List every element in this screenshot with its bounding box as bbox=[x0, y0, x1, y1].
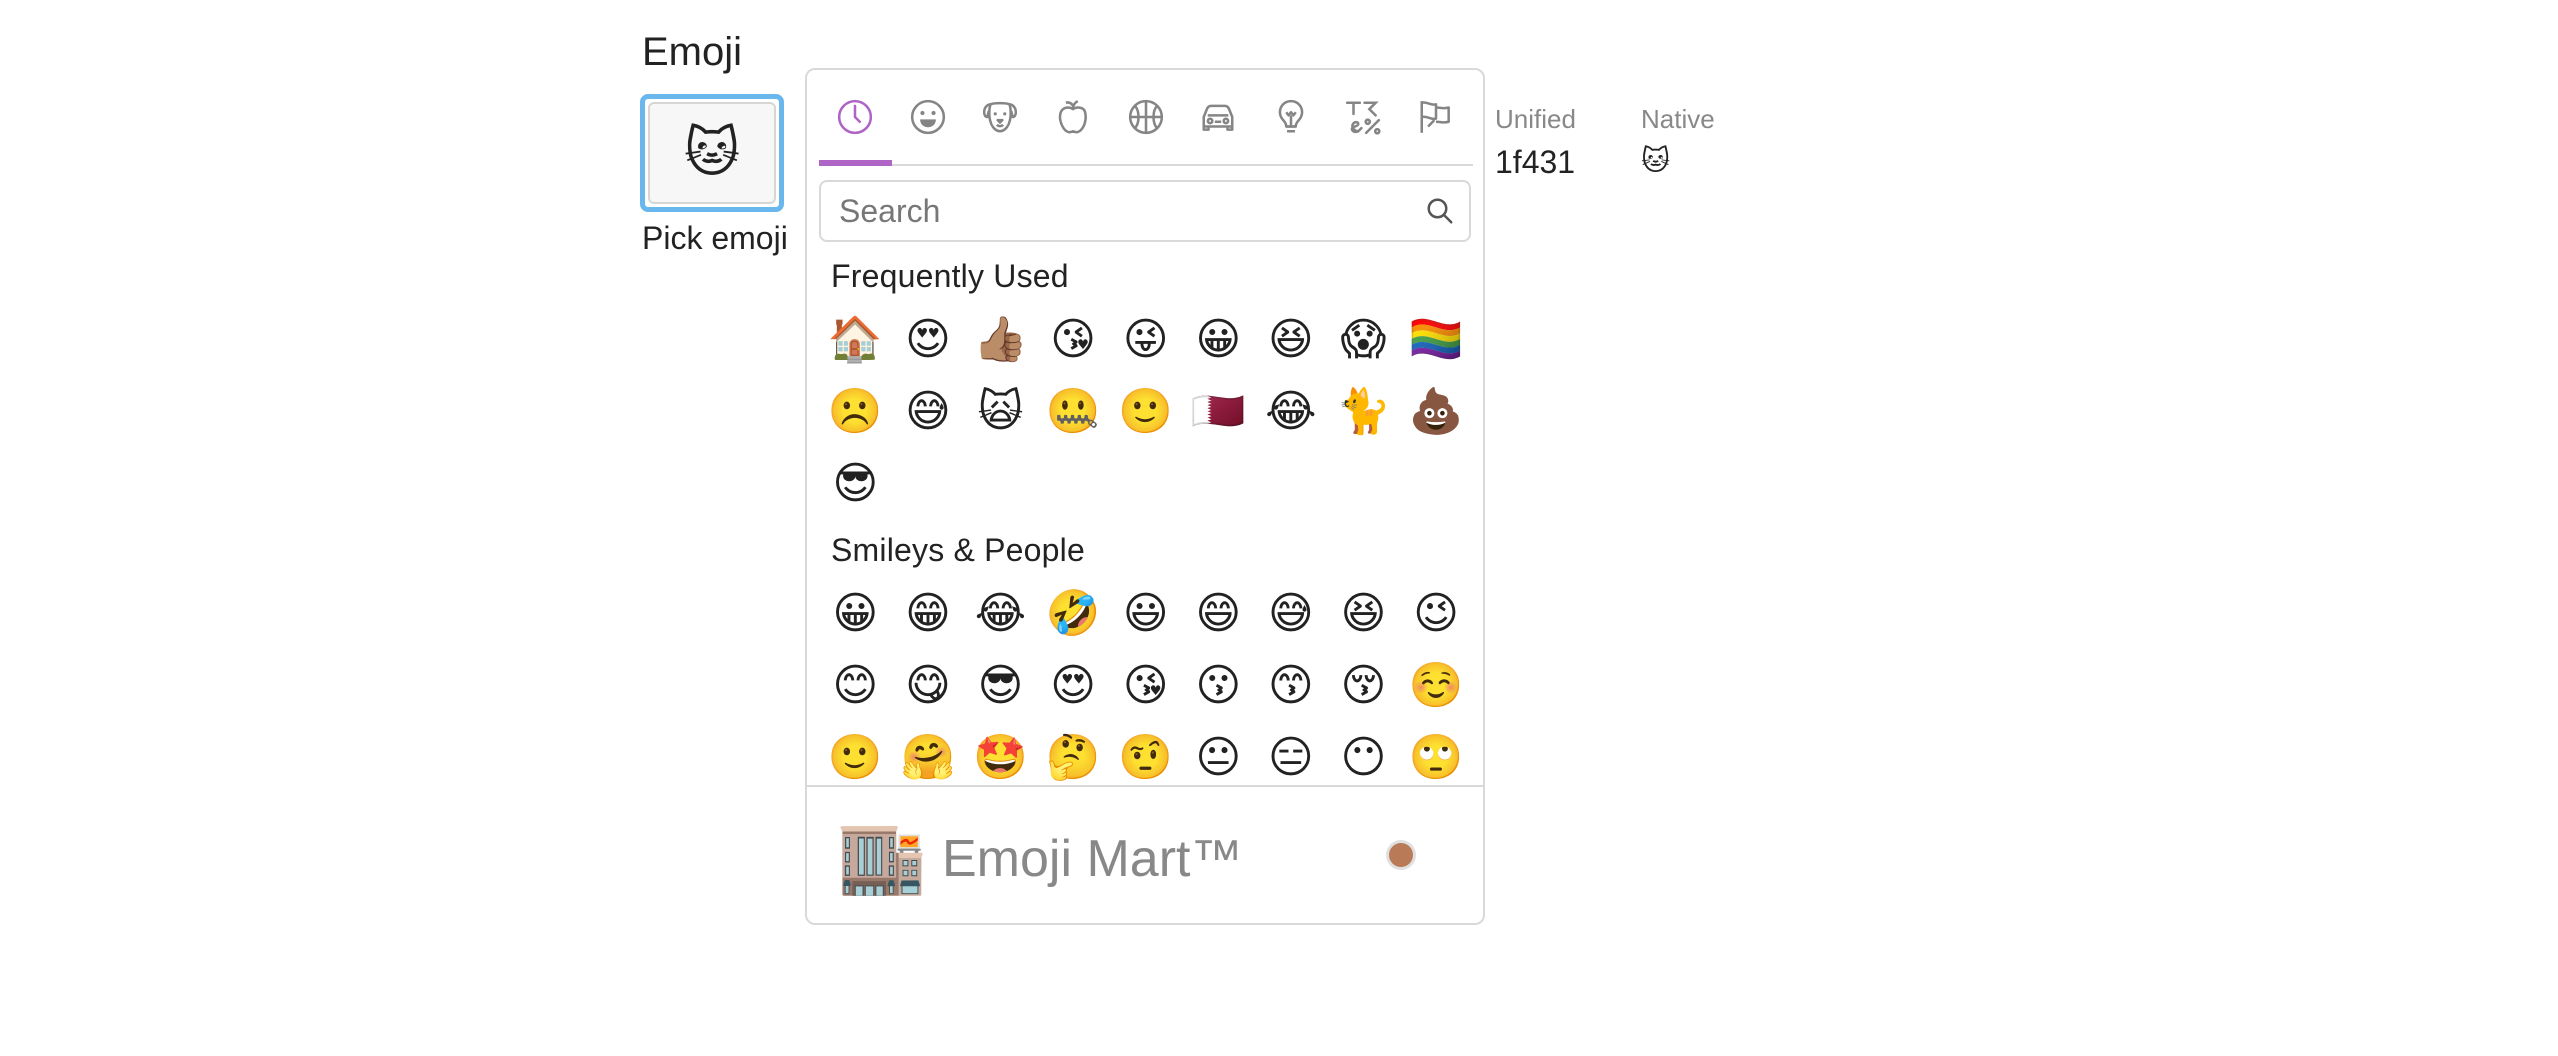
active-tab-indicator bbox=[819, 160, 892, 166]
emoji-cell[interactable]: 😂 bbox=[964, 578, 1037, 650]
emoji-cell[interactable]: 🏳️‍🌈 bbox=[1400, 304, 1473, 376]
page: Emoji 🐱 Pick emoji Search Frequently Use… bbox=[0, 0, 2558, 1056]
search-icon bbox=[1427, 198, 1453, 224]
emoji-cell[interactable]: 🏠 bbox=[819, 304, 892, 376]
emoji-cell[interactable]: 🙀 bbox=[964, 376, 1037, 448]
emoji-cell[interactable]: 😅 bbox=[1255, 578, 1328, 650]
tab-flags[interactable] bbox=[1400, 70, 1473, 164]
emoji-cell[interactable]: 🤩 bbox=[964, 722, 1037, 784]
emoji-cell[interactable]: 😃 bbox=[1109, 578, 1182, 650]
emoji-grid-frequently-used: 🏠 😍 👍🏽 😘 😜 😀 😆 😱 🏳️‍🌈 ☹️ 😅 🙀 🤐 🙂 🇶🇦 😂 🐈 💩 😎 bbox=[819, 304, 1473, 520]
lightbulb-icon bbox=[1278, 99, 1304, 133]
emoji-cell[interactable]: 😆 bbox=[1255, 304, 1328, 376]
field-title: Emoji bbox=[642, 30, 743, 74]
tab-frequently-used[interactable] bbox=[819, 70, 892, 166]
emoji-cell[interactable]: 😂 bbox=[1255, 376, 1328, 448]
skin-tone-selector[interactable] bbox=[1386, 840, 1416, 870]
emoji-cell[interactable]: 🤐 bbox=[1037, 376, 1110, 448]
tab-smileys-people[interactable] bbox=[892, 70, 965, 164]
emoji-cell[interactable]: 🤨 bbox=[1109, 722, 1182, 784]
pick-emoji-caption: Pick emoji bbox=[642, 220, 788, 256]
car-icon bbox=[1202, 104, 1234, 131]
emoji-cell[interactable]: 🇶🇦 bbox=[1182, 376, 1255, 448]
emoji-cell[interactable]: 😍 bbox=[1037, 650, 1110, 722]
category-bar bbox=[819, 70, 1473, 166]
emoji-cell[interactable]: 🤣 bbox=[1037, 578, 1110, 650]
native-value: 🐱 bbox=[1641, 145, 1671, 176]
search-input[interactable] bbox=[821, 182, 1417, 240]
emoji-cell[interactable]: 😊 bbox=[819, 650, 892, 722]
emoji-cell[interactable]: 😜 bbox=[1109, 304, 1182, 376]
emoji-cell[interactable]: 😉 bbox=[1400, 578, 1473, 650]
search-box bbox=[819, 180, 1471, 242]
emoji-cell[interactable]: 🙂 bbox=[1109, 376, 1182, 448]
tab-objects[interactable] bbox=[1255, 70, 1328, 164]
emoji-cell[interactable]: 😀 bbox=[819, 578, 892, 650]
preview-emoji: 🏬 bbox=[837, 817, 927, 897]
section-title-frequently-used: Frequently Used bbox=[831, 258, 1069, 294]
emoji-cell[interactable]: 🤔 bbox=[1037, 722, 1110, 784]
emoji-cell[interactable]: 😐 bbox=[1182, 722, 1255, 784]
emoji-cell[interactable]: 😱 bbox=[1327, 304, 1400, 376]
emoji-cell[interactable]: 😙 bbox=[1255, 650, 1328, 722]
unified-label: Unified bbox=[1495, 104, 1576, 134]
emoji-cell[interactable]: 😄 bbox=[1182, 578, 1255, 650]
unified-value: 1f431 bbox=[1495, 144, 1576, 180]
emoji-cell[interactable]: ☹️ bbox=[819, 376, 892, 448]
emoji-cell[interactable]: 😚 bbox=[1327, 650, 1400, 722]
emoji-cell[interactable]: 💩 bbox=[1400, 376, 1473, 448]
emoji-cell[interactable]: 👍🏽 bbox=[964, 304, 1037, 376]
emoji-cell[interactable]: 😋 bbox=[892, 650, 965, 722]
emoji-cell[interactable]: 😘 bbox=[1037, 304, 1110, 376]
clock-icon bbox=[838, 99, 873, 135]
emoji-cell[interactable]: 🙄 bbox=[1400, 722, 1473, 784]
preview-title: Emoji Mart™ bbox=[942, 830, 1243, 888]
emoji-cell[interactable]: 😑 bbox=[1255, 722, 1328, 784]
emoji-cell[interactable]: 😘 bbox=[1109, 650, 1182, 722]
emoji-cell[interactable]: 😁 bbox=[892, 578, 965, 650]
section-title-smileys-people: Smileys & People bbox=[831, 532, 1085, 568]
tab-symbols[interactable] bbox=[1327, 70, 1400, 164]
emoji-cell[interactable]: 😅 bbox=[892, 376, 965, 448]
emoji-grid-smileys-people: 😀 😁 😂 🤣 😃 😄 😅 😆 😉 😊 😋 😎 😍 😘 😗 😙 😚 ☺️ 🙂 🤗 🤩 🤔 🤨 😐 😑 😶 🙄 bbox=[819, 578, 1473, 784]
apple-icon bbox=[1058, 100, 1087, 134]
emoji-cell[interactable]: 😆 bbox=[1327, 578, 1400, 650]
emoji-cell[interactable]: 🐈 bbox=[1327, 376, 1400, 448]
emoji-cell[interactable]: 😍 bbox=[892, 304, 965, 376]
emoji-cell[interactable]: ☺️ bbox=[1400, 650, 1473, 722]
emoji-cell[interactable]: 🤗 bbox=[892, 722, 965, 784]
emoji-scroll-area[interactable]: Frequently Used 🏠 😍 👍🏽 😘 😜 😀 😆 😱 🏳️‍🌈 ☹️ 😅 🙀 🤐 🙂 🇶🇦 😂 🐈 💩… bbox=[807, 248, 1483, 784]
selected-emoji: 🐱 bbox=[648, 102, 776, 204]
emoji-picker-panel: Frequently Used 🏠😍👍🏽😘😜😀😆😱🏳️‍🌈☹️😅🙀🤐🙂🇶🇦😂🐈💩… bbox=[805, 68, 1485, 925]
emoji-cell[interactable]: 🙂 bbox=[819, 722, 892, 784]
emoji-cell[interactable]: 😎 bbox=[819, 448, 892, 520]
tab-activity[interactable] bbox=[1109, 70, 1182, 164]
tab-travel-places[interactable] bbox=[1182, 70, 1255, 164]
pick-emoji-button[interactable]: 🐱 bbox=[640, 94, 784, 212]
dog-icon bbox=[983, 101, 1018, 133]
smiley-icon bbox=[910, 99, 945, 135]
emoji-cell[interactable]: 😎 bbox=[964, 650, 1037, 722]
emoji-cell[interactable]: 😀 bbox=[1182, 304, 1255, 376]
preview-bar: 🏬 Emoji Mart™ bbox=[807, 785, 1483, 923]
flags-icon bbox=[1420, 101, 1450, 133]
emoji-cell[interactable]: 😗 bbox=[1182, 650, 1255, 722]
tab-animals-nature[interactable] bbox=[964, 70, 1037, 164]
tab-food-drink[interactable] bbox=[1037, 70, 1110, 164]
symbols-icon bbox=[1346, 101, 1382, 135]
emoji-cell[interactable]: 😶 bbox=[1327, 722, 1400, 784]
native-label: Native bbox=[1641, 104, 1715, 134]
basketball-icon bbox=[1128, 99, 1163, 135]
